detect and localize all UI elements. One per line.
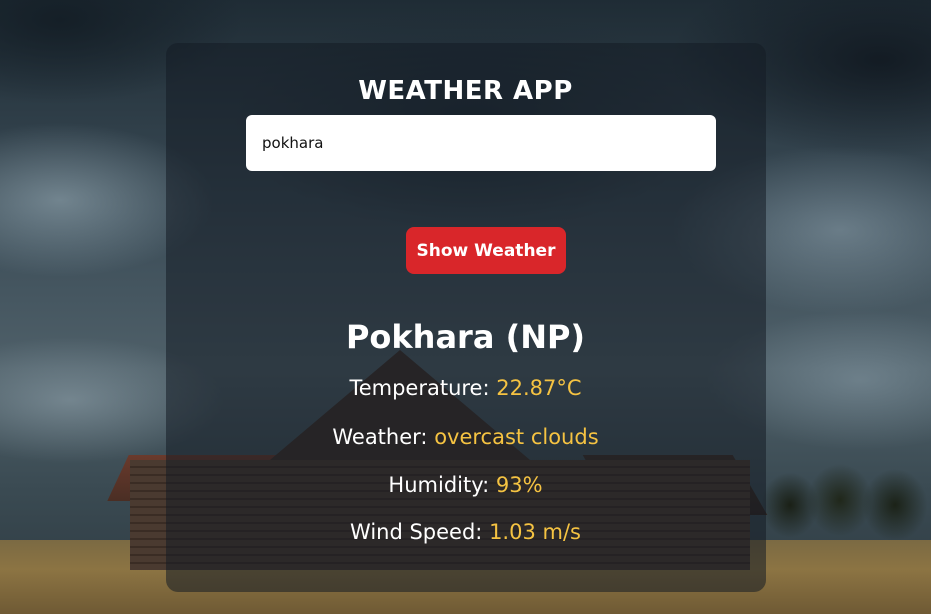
weather-row: Weather: overcast clouds	[0, 422, 931, 452]
temperature-label: Temperature:	[349, 376, 490, 400]
weather-value: overcast clouds	[434, 425, 599, 449]
temperature-value: 22.87°C	[496, 376, 582, 400]
humidity-row: Humidity: 93%	[0, 470, 931, 500]
wind-speed-value: 1.03 m/s	[489, 520, 581, 544]
city-search-input[interactable]	[246, 115, 716, 171]
wind-speed-row: Wind Speed: 1.03 m/s	[0, 517, 931, 547]
wind-speed-label: Wind Speed:	[350, 520, 483, 544]
humidity-value: 93%	[495, 473, 543, 497]
show-weather-button[interactable]: Show Weather	[406, 227, 566, 274]
humidity-label: Humidity:	[388, 473, 490, 497]
app-title: WEATHER APP	[358, 76, 573, 106]
weather-label: Weather:	[332, 425, 428, 449]
location-title: Pokhara (NP)	[345, 318, 586, 356]
temperature-row: Temperature: 22.87°C	[0, 373, 931, 403]
